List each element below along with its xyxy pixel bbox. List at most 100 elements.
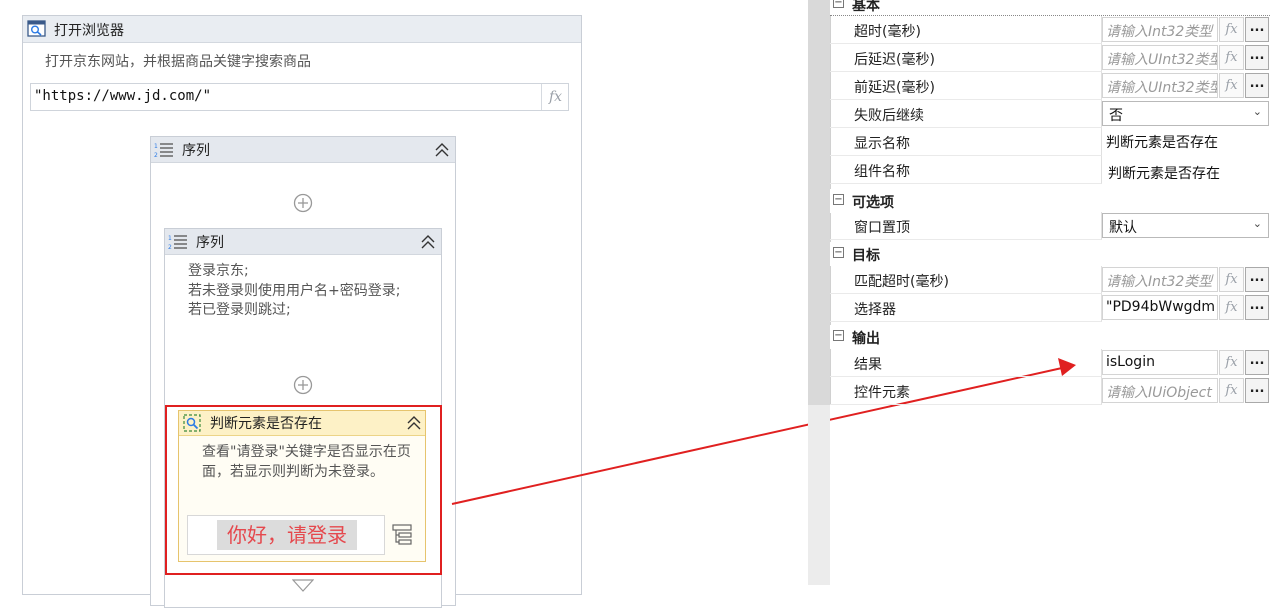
collapse-icon[interactable] <box>434 142 450 158</box>
delay-before-input[interactable]: 请输入UInt32类型 <box>1102 73 1218 98</box>
result-value: isLogin <box>1106 354 1155 370</box>
prop-name-cell: 窗口置顶 <box>830 212 1102 240</box>
result-input[interactable]: isLogin <box>1102 350 1218 375</box>
open-browser-header[interactable]: 打开浏览器 <box>23 16 581 43</box>
prop-label: 匹配超时(毫秒) <box>854 274 949 290</box>
prop-delay-before[interactable]: 前延迟(毫秒) 请输入UInt32类型 fx ... <box>830 72 1270 100</box>
prop-name-cell: 后延迟(毫秒) <box>830 44 1102 72</box>
ellipsis-button[interactable]: ... <box>1245 17 1269 42</box>
category-label: 输出 <box>852 331 880 347</box>
collapse-toggle-icon[interactable]: − <box>833 0 844 8</box>
add-activity-icon[interactable] <box>293 375 313 395</box>
prop-selector[interactable]: 选择器 "PD94bWwgdm fx ... <box>830 294 1270 322</box>
url-input[interactable]: "https://www.jd.com/" fx <box>30 83 569 111</box>
selector-value: "PD94bWwgdm <box>1106 299 1216 315</box>
delay-after-input[interactable]: 请输入UInt32类型 <box>1102 45 1218 70</box>
selection-highlight <box>165 405 442 575</box>
prop-name-cell: 控件元素 <box>830 377 1102 405</box>
expression-button[interactable]: fx <box>1219 350 1244 375</box>
inner-sequence-title: 序列 <box>196 235 224 251</box>
ellipsis-button[interactable]: ... <box>1245 73 1269 98</box>
prop-window-topmost[interactable]: 窗口置顶 默认 ⌄ <box>830 212 1270 240</box>
select-value: 默认 <box>1109 220 1137 236</box>
prop-label: 控件元素 <box>854 385 910 401</box>
ellipsis-button[interactable]: ... <box>1245 45 1269 70</box>
prop-label: 选择器 <box>854 302 896 318</box>
expression-button[interactable]: fx <box>1219 267 1244 292</box>
prop-label: 超时(毫秒) <box>854 24 921 40</box>
prop-label: 窗口置顶 <box>854 220 910 236</box>
category-options[interactable]: − 可选项 <box>830 189 1270 213</box>
inner-sequence-header[interactable]: 1 2 序列 <box>165 229 441 255</box>
ellipsis-button[interactable]: ... <box>1245 378 1269 403</box>
prop-result[interactable]: 结果 isLogin fx ... <box>830 349 1270 377</box>
prop-component-name[interactable]: 组件名称 判断元素是否存在 <box>830 156 1270 184</box>
match-timeout-input[interactable]: 请输入Int32类型 <box>1102 267 1218 292</box>
display-name-value[interactable]: 判断元素是否存在 <box>1106 132 1218 152</box>
prop-name-cell: 超时(毫秒) <box>830 16 1102 44</box>
chevron-down-icon[interactable]: ⌄ <box>1253 105 1262 118</box>
window-topmost-select[interactable]: 默认 ⌄ <box>1102 213 1269 238</box>
category-basic[interactable]: − 基本 <box>830 0 1270 16</box>
svg-text:2: 2 <box>154 152 158 159</box>
ellipsis-button[interactable]: ... <box>1245 267 1269 292</box>
browser-icon <box>27 20 46 37</box>
prop-continue-on-error[interactable]: 失败后继续 否 ⌄ <box>830 100 1270 128</box>
prop-timeout[interactable]: 超时(毫秒) 请输入Int32类型 fx ... <box>830 16 1270 44</box>
open-browser-description: 打开京东网站，并根据商品关键字搜索商品 <box>45 54 311 70</box>
prop-label: 失败后继续 <box>854 108 924 124</box>
prop-label: 前延迟(毫秒) <box>854 80 935 96</box>
component-name-value[interactable]: 判断元素是否存在 <box>1108 163 1220 183</box>
category-label: 可选项 <box>852 195 894 211</box>
url-value: "https://www.jd.com/" <box>34 88 212 104</box>
ellipsis-button[interactable]: ... <box>1245 295 1269 320</box>
expression-button[interactable]: fx <box>1219 295 1244 320</box>
prop-name-cell: 显示名称 <box>830 128 1102 156</box>
prop-display-name[interactable]: 显示名称 判断元素是否存在 <box>830 128 1270 156</box>
select-value: 否 <box>1109 108 1123 124</box>
drop-arrow-icon <box>292 579 314 592</box>
timeout-placeholder: 请输入Int32类型 <box>1106 24 1213 40</box>
category-target[interactable]: − 目标 <box>830 242 1270 266</box>
match-timeout-placeholder: 请输入Int32类型 <box>1106 274 1213 290</box>
expression-button[interactable]: fx <box>1219 378 1244 403</box>
prop-control-element[interactable]: 控件元素 请输入IUiObject fx ... <box>830 377 1270 405</box>
expression-button[interactable]: fx <box>1219 45 1244 70</box>
prop-label: 后延迟(毫秒) <box>854 52 935 68</box>
category-output[interactable]: − 输出 <box>830 325 1270 349</box>
add-activity-icon[interactable] <box>293 193 313 213</box>
selector-input[interactable]: "PD94bWwgdm <box>1102 295 1218 320</box>
chevron-down-icon[interactable]: ⌄ <box>1253 217 1262 230</box>
svg-text:2: 2 <box>168 244 172 251</box>
delay-before-placeholder: 请输入UInt32类型 <box>1106 80 1218 96</box>
control-element-input[interactable]: 请输入IUiObject <box>1102 378 1218 403</box>
sequence-icon: 1 2 <box>168 235 187 251</box>
collapse-toggle-icon[interactable]: − <box>833 330 844 341</box>
collapse-toggle-icon[interactable]: − <box>833 194 844 205</box>
sequence-icon: 1 2 <box>154 143 173 159</box>
svg-text:1: 1 <box>168 235 172 242</box>
prop-match-timeout[interactable]: 匹配超时(毫秒) 请输入Int32类型 fx ... <box>830 266 1270 294</box>
expression-button[interactable]: fx <box>1219 73 1244 98</box>
category-label: 目标 <box>852 248 880 264</box>
open-browser-title: 打开浏览器 <box>54 23 124 39</box>
outer-sequence-header[interactable]: 1 2 序列 <box>151 137 455 163</box>
outer-sequence-title: 序列 <box>182 143 210 159</box>
svg-text:1: 1 <box>154 143 158 150</box>
prop-name-cell: 组件名称 <box>830 156 1102 184</box>
prop-name-cell: 结果 <box>830 349 1102 377</box>
prop-delay-after[interactable]: 后延迟(毫秒) 请输入UInt32类型 fx ... <box>830 44 1270 72</box>
prop-label: 组件名称 <box>854 164 910 180</box>
collapse-toggle-icon[interactable]: − <box>833 247 844 258</box>
prop-label: 结果 <box>854 357 882 373</box>
prop-name-cell: 前延迟(毫秒) <box>830 72 1102 100</box>
expression-button[interactable]: fx <box>1219 17 1244 42</box>
category-label: 基本 <box>852 0 880 14</box>
ellipsis-button[interactable]: ... <box>1245 350 1269 375</box>
continue-on-error-select[interactable]: 否 ⌄ <box>1102 101 1269 126</box>
url-expression-button[interactable]: fx <box>541 84 569 110</box>
collapse-icon[interactable] <box>420 234 436 250</box>
inner-sequence-description: 登录京东; 若未登录则使用用户名+密码登录; 若已登录则跳过; <box>188 263 401 318</box>
timeout-input[interactable]: 请输入Int32类型 <box>1102 17 1218 42</box>
property-grid-gutter <box>808 0 830 405</box>
